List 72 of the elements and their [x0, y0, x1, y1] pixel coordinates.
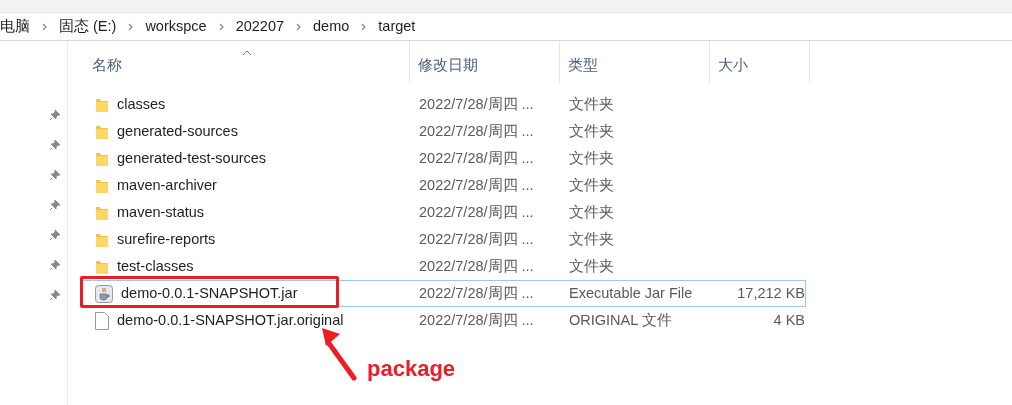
type-cell-text: 文件夹: [568, 202, 615, 222]
file-row[interactable]: test-classes 2022/7/28/周四 ... 文件夹: [82, 253, 806, 280]
pin-icon[interactable]: [49, 199, 61, 211]
date-cell-text: 2022/7/28/周四 ...: [418, 310, 535, 330]
type-cell-text: ORIGINAL 文件: [568, 310, 673, 330]
file-row[interactable]: maven-status 2022/7/28/周四 ... 文件夹: [82, 199, 806, 226]
column-header[interactable]: 类型: [560, 41, 710, 83]
date-cell-text: 2022/7/28/周四 ...: [418, 256, 535, 276]
date-cell-text: 2022/7/28/周四 ...: [418, 283, 535, 303]
date-cell-text: 2022/7/28/周四 ...: [418, 94, 535, 114]
type-cell-text: 文件夹: [568, 148, 615, 168]
chevron-icon: [296, 22, 302, 31]
file-name: classes: [117, 94, 166, 114]
folder-icon: [95, 177, 109, 194]
pin-icon[interactable]: [49, 259, 61, 271]
pin-icon[interactable]: [49, 289, 61, 301]
column-header[interactable]: 名称: [82, 41, 410, 83]
column-header[interactable]: 修改日期: [410, 41, 560, 83]
file-name: generated-test-sources: [117, 148, 267, 168]
file-name: surefire-reports: [117, 229, 216, 249]
file-name: demo-0.0.1-SNAPSHOT.jar: [121, 283, 298, 303]
file-row[interactable]: surefire-reports 2022/7/28/周四 ... 文件夹: [82, 226, 806, 253]
type-cell-text: 文件夹: [568, 229, 615, 249]
coffee-cup-icon: [95, 284, 113, 303]
breadcrumb-item[interactable]: workspce: [145, 15, 207, 38]
breadcrumb-item[interactable]: 电脑: [0, 15, 30, 38]
pin-icon[interactable]: [49, 139, 61, 151]
size-cell-text: 17,212 KB: [737, 283, 805, 303]
breadcrumb-item[interactable]: 202207: [235, 15, 285, 38]
folder-icon: [95, 258, 109, 275]
file-row[interactable]: classes 2022/7/28/周四 ... 文件夹: [82, 91, 806, 118]
breadcrumb-item[interactable]: demo: [313, 15, 350, 38]
file-row[interactable]: maven-archiver 2022/7/28/周四 ... 文件夹: [82, 172, 806, 199]
date-cell-text: 2022/7/28/周四 ...: [418, 148, 535, 168]
date-cell-text: 2022/7/28/周四 ...: [418, 175, 535, 195]
file-row[interactable]: generated-test-sources 2022/7/28/周四 ... 文件夹: [82, 145, 806, 172]
chevron-icon: [42, 22, 47, 31]
annotation-label: package: [367, 355, 456, 383]
file-name: demo-0.0.1-SNAPSHOT.jar.original: [117, 310, 344, 330]
folder-icon: [95, 150, 109, 167]
folder-icon: [95, 204, 109, 221]
file-name: maven-archiver: [117, 175, 217, 195]
folder-icon: [95, 231, 109, 248]
column-header[interactable]: 大小: [710, 41, 810, 83]
folder-icon: [95, 96, 109, 113]
type-cell-text: 文件夹: [568, 175, 615, 195]
pin-icon[interactable]: [49, 229, 61, 241]
document-icon: [95, 311, 109, 330]
file-name: generated-sources: [117, 121, 238, 141]
chevron-icon: [361, 22, 367, 31]
file-name: maven-status: [117, 202, 205, 222]
file-row[interactable]: demo-0.0.1-SNAPSHOT.jar.original 2022/7/28/周四 ... ORIGINAL 文件 4 KB: [82, 307, 806, 334]
folder-icon: [95, 123, 109, 140]
type-cell-text: 文件夹: [568, 256, 615, 276]
file-name: test-classes: [117, 256, 194, 276]
sort-caret-icon: [242, 50, 252, 56]
pin-icon[interactable]: [49, 169, 61, 181]
date-cell-text: 2022/7/28/周四 ...: [418, 202, 535, 222]
date-cell-text: 2022/7/28/周四 ...: [418, 229, 535, 249]
type-cell-text: Executable Jar File: [568, 283, 694, 303]
address-bar[interactable]: 电脑 固态 (E:) workspce 202207 demo target: [0, 13, 1012, 41]
size-cell-text: 4 KB: [773, 310, 805, 330]
file-row[interactable]: demo-0.0.1-SNAPSHOT.jar 2022/7/28/周四 ... Executable Jar File 17,212 KB: [82, 280, 806, 307]
file-row[interactable]: generated-sources 2022/7/28/周四 ... 文件夹: [82, 118, 806, 145]
breadcrumb-item[interactable]: 固态 (E:): [59, 15, 117, 38]
breadcrumb-item[interactable]: target: [378, 15, 416, 38]
pin-icon[interactable]: [49, 109, 61, 121]
date-cell-text: 2022/7/28/周四 ...: [418, 121, 535, 141]
chevron-icon: [218, 22, 224, 31]
chevron-icon: [128, 22, 134, 31]
type-cell-text: 文件夹: [568, 121, 615, 141]
type-cell-text: 文件夹: [568, 94, 615, 114]
